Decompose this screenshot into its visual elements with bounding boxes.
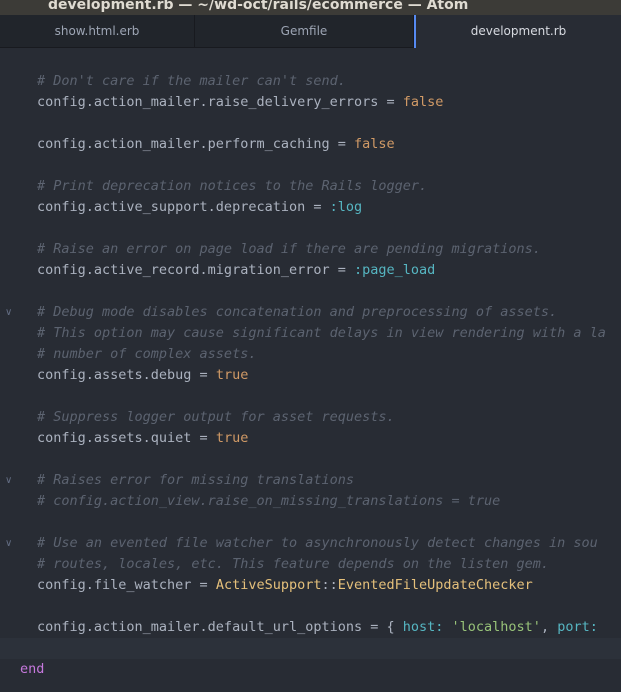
- code-constant: EventedFileUpdateChecker: [337, 577, 533, 593]
- code-line: ∨ # Debug mode disables concatenation an…: [0, 302, 621, 323]
- code-symbol: :log: [329, 199, 363, 215]
- code-line: config.file_watcher = ActiveSupport::Eve…: [0, 575, 621, 596]
- cursor-line: [0, 638, 621, 659]
- code-text: config.file_watcher =: [37, 577, 216, 593]
- code-line: end: [0, 659, 621, 680]
- code-editor[interactable]: # Don't care if the mailer can't send. c…: [0, 48, 621, 692]
- code-line: # Raise an error on page load if there a…: [0, 239, 621, 260]
- code-comment: # Print deprecation notices to the Rails…: [37, 178, 428, 194]
- code-symbol: :page_load: [353, 262, 436, 278]
- tab-show-html-erb[interactable]: show.html.erb: [0, 15, 195, 48]
- code-line: # Don't care if the mailer can't send.: [0, 71, 621, 92]
- code-comment: # routes, locales, etc. This feature dep…: [37, 556, 550, 572]
- code-symbol: host:: [402, 619, 444, 635]
- code-boolean: true: [215, 367, 249, 383]
- code-line: config.active_record.migration_error = :…: [0, 260, 621, 281]
- code-comment: # Raises error for missing translations: [37, 472, 354, 488]
- code-line: # Print deprecation notices to the Rails…: [0, 176, 621, 197]
- tab-bar: show.html.erb Gemfile development.rb: [0, 15, 621, 48]
- code-line: config.action_mailer.default_url_options…: [0, 617, 621, 638]
- code-line: # config.action_view.raise_on_missing_tr…: [0, 491, 621, 512]
- code-line: # This option may cause significant dela…: [0, 323, 621, 344]
- tab-development-rb[interactable]: development.rb: [414, 15, 621, 48]
- code-text: config.active_support.deprecation =: [37, 199, 330, 215]
- code-symbol: port:: [557, 619, 598, 635]
- code-keyword: end: [20, 661, 45, 677]
- code-line: # Suppress logger output for asset reque…: [0, 407, 621, 428]
- code-boolean: false: [353, 136, 395, 152]
- code-line: config.assets.debug = true: [0, 365, 621, 386]
- code-text: config.active_record.migration_error =: [37, 262, 354, 278]
- code-constant: ActiveSupport: [215, 577, 322, 593]
- code-boolean: false: [402, 94, 444, 110]
- code-comment: # Don't care if the mailer can't send.: [37, 73, 346, 89]
- chevron-down-icon[interactable]: ∨: [5, 470, 12, 491]
- code-text: config.action_mailer.perform_caching =: [37, 136, 354, 152]
- code-line: config.action_mailer.raise_delivery_erro…: [0, 92, 621, 113]
- code-line: # routes, locales, etc. This feature dep…: [0, 554, 621, 575]
- code-comment: # Suppress logger output for asset reque…: [37, 409, 395, 425]
- code-text: config.action_mailer.raise_delivery_erro…: [37, 94, 403, 110]
- atom-window: development.rb — ~/wd-oct/rails/ecommerc…: [0, 0, 621, 692]
- code-comment: # Raise an error on page load if there a…: [37, 241, 541, 257]
- code-line: config.assets.quiet = true: [0, 428, 621, 449]
- code-text: config.assets.quiet =: [37, 430, 216, 446]
- code-line: config.active_support.deprecation = :log: [0, 197, 621, 218]
- code-string: 'localhost': [451, 619, 541, 635]
- chevron-down-icon[interactable]: ∨: [5, 533, 12, 554]
- code-comment: # config.action_view.raise_on_missing_tr…: [37, 493, 501, 509]
- code-line: config.action_mailer.perform_caching = f…: [0, 134, 621, 155]
- code-line: ∨ # Use an evented file watcher to async…: [0, 533, 621, 554]
- code-text: config.assets.debug =: [37, 367, 216, 383]
- code-line: # number of complex assets.: [0, 344, 621, 365]
- code-comment: # This option may cause significant dela…: [37, 325, 606, 341]
- code-comment: # number of complex assets.: [37, 346, 257, 362]
- code-comment: # Debug mode disables concatenation and …: [37, 304, 558, 320]
- tab-gemfile[interactable]: Gemfile: [195, 15, 414, 48]
- code-punct: ,: [540, 619, 558, 635]
- chevron-down-icon[interactable]: ∨: [5, 302, 12, 323]
- code-boolean: true: [215, 430, 249, 446]
- code-line: ∨ # Raises error for missing translation…: [0, 470, 621, 491]
- code-comment: # Use an evented file watcher to asynchr…: [37, 535, 598, 551]
- code-text: config.action_mailer.default_url_options…: [37, 619, 403, 635]
- code-separator: ::: [321, 577, 338, 593]
- window-title: development.rb — ~/wd-oct/rails/ecommerc…: [0, 0, 621, 15]
